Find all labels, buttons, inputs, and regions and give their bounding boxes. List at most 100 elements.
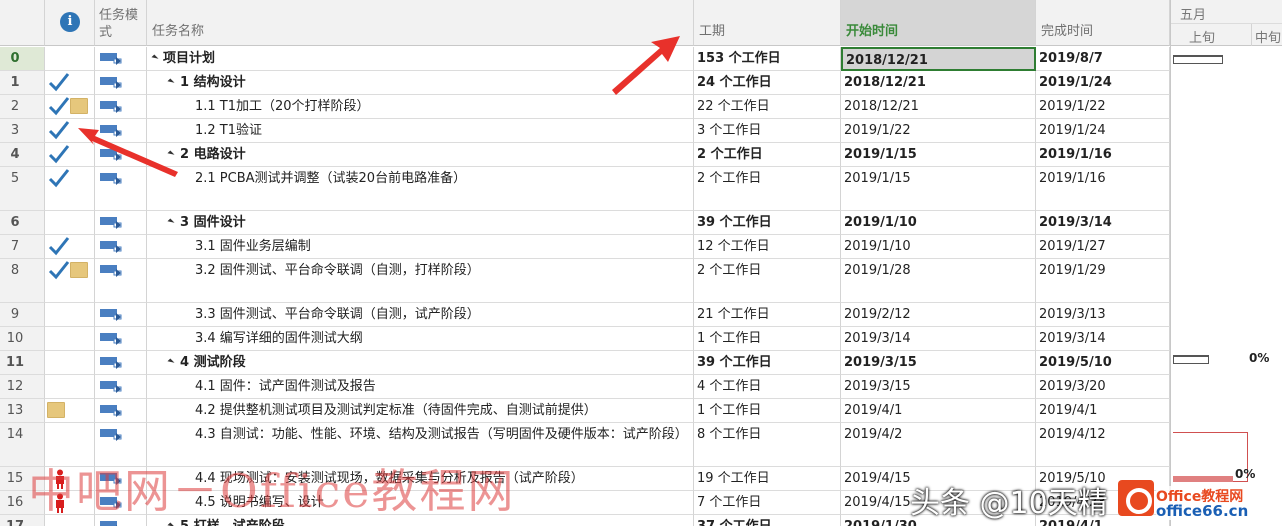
task-mode-cell[interactable] <box>95 259 147 303</box>
row-id-cell[interactable]: 3 <box>0 119 45 143</box>
collapse-triangle-icon[interactable] <box>151 54 159 62</box>
row-id-cell[interactable]: 0 <box>0 47 45 71</box>
indicator-cell[interactable] <box>45 399 95 423</box>
table-row[interactable]: 7 3.1 固件业务层编制 12 个工作日 2019/1/10 2019/1/27 <box>0 235 1170 259</box>
task-mode-cell[interactable] <box>95 327 147 351</box>
duration-cell[interactable]: 39 个工作日 <box>694 211 841 235</box>
duration-cell[interactable]: 4 个工作日 <box>694 375 841 399</box>
start-cell[interactable]: 2019/2/12 <box>841 303 1036 327</box>
task-name-cell[interactable]: 3.1 固件业务层编制 <box>147 235 694 259</box>
row-id-cell[interactable]: 6 <box>0 211 45 235</box>
row-id-cell[interactable]: 8 <box>0 259 45 303</box>
indicator-cell[interactable] <box>45 303 95 327</box>
start-cell[interactable]: 2019/4/2 <box>841 423 1036 467</box>
start-cell[interactable]: 2019/1/22 <box>841 119 1036 143</box>
start-cell[interactable]: 2018/12/21 <box>841 47 1036 71</box>
indicator-cell[interactable] <box>45 47 95 71</box>
table-row[interactable]: 9 3.3 固件测试、平台命令联调（自测，试产阶段） 21 个工作日 2019/2/1… <box>0 303 1170 327</box>
table-row[interactable]: 3 1.2 T1验证 3 个工作日 2019/1/22 2019/1/24 <box>0 119 1170 143</box>
task-name-cell[interactable]: 2.1 PCBA测试并调整（试装20台前电路准备） <box>147 167 694 211</box>
task-mode-cell[interactable] <box>95 399 147 423</box>
collapse-triangle-icon[interactable] <box>167 358 175 366</box>
indicator-cell[interactable] <box>45 375 95 399</box>
task-mode-cell[interactable] <box>95 95 147 119</box>
finish-cell[interactable]: 2019/4/12 <box>1036 423 1170 467</box>
finish-cell[interactable]: 2019/5/10 <box>1036 351 1170 375</box>
indicator-cell[interactable] <box>45 327 95 351</box>
table-row[interactable]: 2 1.1 T1加工（20个打样阶段） 22 个工作日 2018/12/21 2019/… <box>0 95 1170 119</box>
row-id-cell[interactable]: 11 <box>0 351 45 375</box>
collapse-triangle-icon[interactable] <box>167 78 175 86</box>
task-mode-cell[interactable] <box>95 167 147 211</box>
finish-cell[interactable]: 2019/1/22 <box>1036 95 1170 119</box>
table-row[interactable]: 0 项目计划 153 个工作日 2018/12/21 2019/8/7 <box>0 47 1170 71</box>
table-row[interactable]: 11 4 测试阶段 39 个工作日 2019/3/15 2019/5/10 <box>0 351 1170 375</box>
start-cell[interactable]: 2019/4/1 <box>841 399 1036 423</box>
table-row[interactable]: 13 4.2 提供整机测试项目及测试判定标准（待固件完成、自测试前提供） 1 个工作… <box>0 399 1170 423</box>
row-id-cell[interactable]: 7 <box>0 235 45 259</box>
task-name-cell[interactable]: 1 结构设计 <box>147 71 694 95</box>
table-row[interactable]: 10 3.4 编写详细的固件测试大纲 1 个工作日 2019/3/14 2019/3/1… <box>0 327 1170 351</box>
start-cell[interactable]: 2019/1/15 <box>841 167 1036 211</box>
row-id-cell[interactable]: 10 <box>0 327 45 351</box>
indicator-cell[interactable] <box>45 95 95 119</box>
table-row[interactable]: 12 4.1 固件：试产固件测试及报告 4 个工作日 2019/3/15 2019/3/… <box>0 375 1170 399</box>
duration-cell[interactable]: 21 个工作日 <box>694 303 841 327</box>
duration-cell[interactable]: 3 个工作日 <box>694 119 841 143</box>
duration-cell[interactable]: 2 个工作日 <box>694 143 841 167</box>
task-mode-cell[interactable] <box>95 47 147 71</box>
row-id-cell[interactable]: 5 <box>0 167 45 211</box>
duration-cell[interactable]: 1 个工作日 <box>694 327 841 351</box>
row-id-cell[interactable]: 1 <box>0 71 45 95</box>
indicator-cell[interactable] <box>45 119 95 143</box>
finish-cell[interactable]: 2019/8/7 <box>1036 47 1170 71</box>
indicator-cell[interactable] <box>45 167 95 211</box>
task-name-cell[interactable]: 1.2 T1验证 <box>147 119 694 143</box>
start-cell[interactable]: 2019/1/10 <box>841 211 1036 235</box>
task-mode-cell[interactable] <box>95 119 147 143</box>
finish-cell[interactable]: 2019/3/20 <box>1036 375 1170 399</box>
collapse-triangle-icon[interactable] <box>167 522 175 526</box>
duration-cell[interactable]: 37 个工作日 <box>694 515 841 526</box>
gantt-summary-bar-11[interactable] <box>1173 355 1209 364</box>
row-id-cell[interactable]: 12 <box>0 375 45 399</box>
task-name-cell[interactable]: 3 固件设计 <box>147 211 694 235</box>
task-mode-cell[interactable] <box>95 211 147 235</box>
finish-cell[interactable]: 2019/1/24 <box>1036 119 1170 143</box>
duration-cell[interactable]: 1 个工作日 <box>694 399 841 423</box>
indicator-cell[interactable] <box>45 71 95 95</box>
task-mode-cell[interactable] <box>95 303 147 327</box>
table-row[interactable]: 5 2.1 PCBA测试并调整（试装20台前电路准备） 2 个工作日 2019/1/1… <box>0 167 1170 211</box>
header-finish[interactable]: 完成时间 <box>1036 0 1170 46</box>
collapse-triangle-icon[interactable] <box>167 150 175 158</box>
task-name-cell[interactable]: 4 测试阶段 <box>147 351 694 375</box>
header-duration[interactable]: 工期 <box>694 0 841 46</box>
task-mode-cell[interactable] <box>95 375 147 399</box>
row-id-cell[interactable]: 2 <box>0 95 45 119</box>
indicator-cell[interactable] <box>45 351 95 375</box>
table-row[interactable]: 1 1 结构设计 24 个工作日 2018/12/21 2019/1/24 <box>0 71 1170 95</box>
task-name-cell[interactable]: 项目计划 <box>147 47 694 71</box>
header-task-mode[interactable]: 任务模式 <box>95 0 147 46</box>
start-cell[interactable]: 2019/1/10 <box>841 235 1036 259</box>
task-mode-cell[interactable] <box>95 71 147 95</box>
collapse-triangle-icon[interactable] <box>167 218 175 226</box>
start-cell[interactable]: 2019/3/14 <box>841 327 1036 351</box>
duration-cell[interactable]: 22 个工作日 <box>694 95 841 119</box>
gantt-chart[interactable]: 五月 上旬 中旬 0% 0% <box>1170 0 1282 526</box>
finish-cell[interactable]: 2019/4/1 <box>1036 399 1170 423</box>
indicator-cell[interactable] <box>45 211 95 235</box>
start-cell[interactable]: 2018/12/21 <box>841 71 1036 95</box>
finish-cell[interactable]: 2019/1/29 <box>1036 259 1170 303</box>
row-id-cell[interactable]: 9 <box>0 303 45 327</box>
task-name-cell[interactable]: 3.2 固件测试、平台命令联调（自测，打样阶段） <box>147 259 694 303</box>
finish-cell[interactable]: 2019/3/13 <box>1036 303 1170 327</box>
note-icon[interactable] <box>47 402 65 418</box>
gantt-summary-bar-0[interactable] <box>1173 55 1223 64</box>
duration-cell[interactable]: 8 个工作日 <box>694 423 841 467</box>
header-task-name[interactable]: 任务名称 <box>147 0 694 46</box>
duration-cell[interactable]: 24 个工作日 <box>694 71 841 95</box>
finish-cell[interactable]: 2019/3/14 <box>1036 211 1170 235</box>
header-start[interactable]: 开始时间 <box>841 0 1036 46</box>
finish-cell[interactable]: 2019/1/16 <box>1036 167 1170 211</box>
